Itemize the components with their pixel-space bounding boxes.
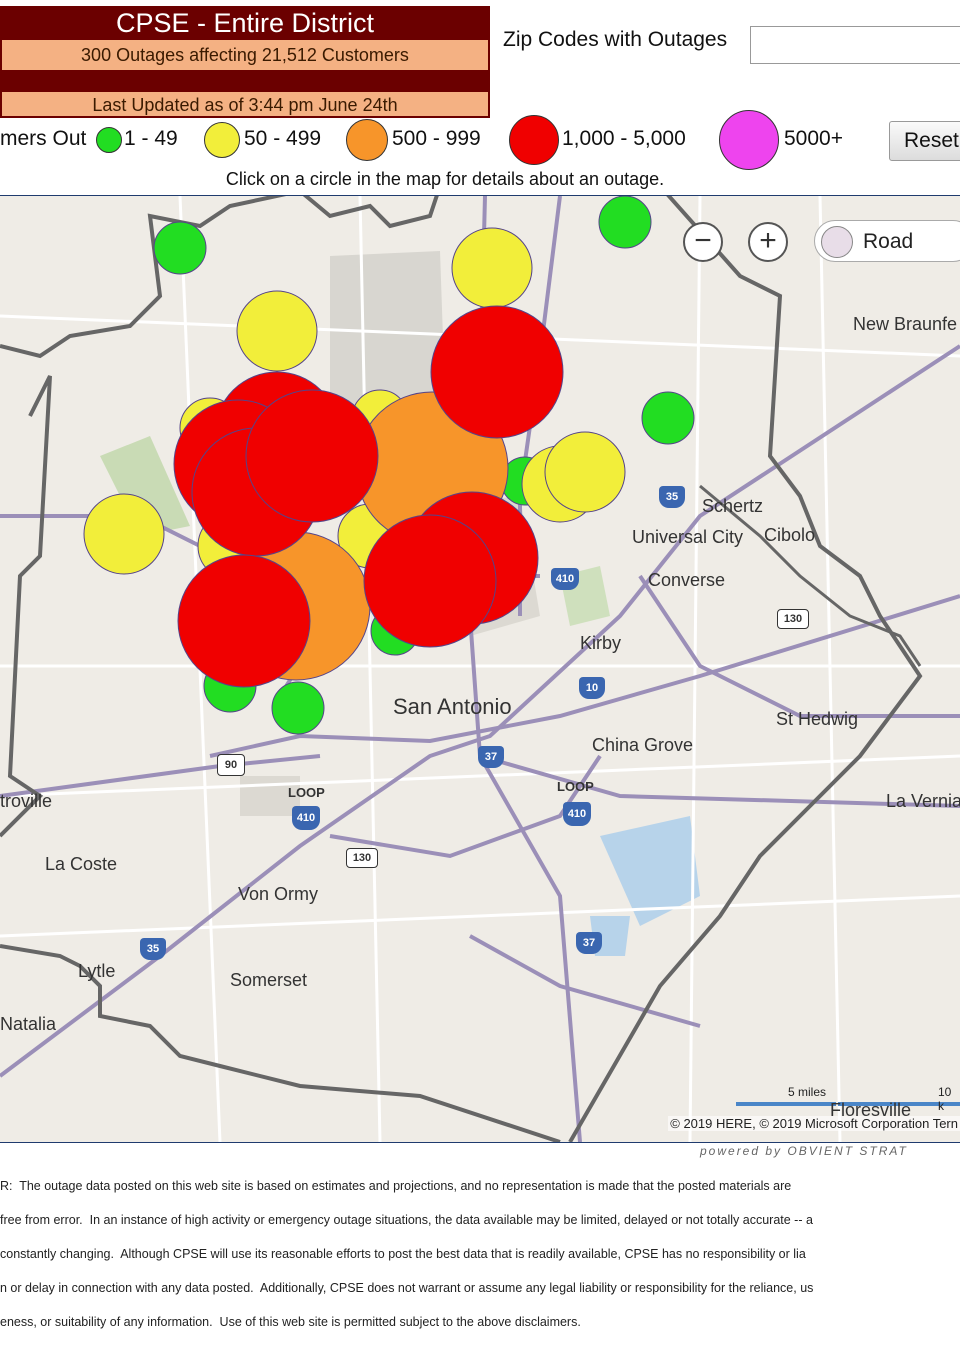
place-universal-city: Universal City [632, 527, 744, 547]
place-castroville: troville [0, 791, 53, 811]
place-von-ormy: Von Ormy [238, 884, 319, 904]
reset-button[interactable]: Reset [889, 121, 960, 161]
loop-label-east: LOOP [557, 779, 594, 794]
header-divider [0, 70, 490, 92]
disclaimer-line: eness, or suitability of any information… [0, 1315, 581, 1329]
outage-summary: 300 Outages affecting 21,512 Customers [0, 40, 490, 70]
place-natalia: Natalia [0, 1014, 57, 1034]
outage-map[interactable]: New Braunfe Schertz Universal City Cibol… [0, 196, 960, 1142]
place-schertz: Schertz [702, 496, 764, 516]
zip-code-select[interactable] [750, 26, 960, 64]
shield-i37-north: 37 [478, 746, 504, 768]
map-hint: Click on a circle in the map for details… [225, 169, 665, 189]
district-title: CPSE - Entire District [0, 6, 490, 40]
place-somerset: Somerset [230, 970, 308, 990]
zip-codes-label: Zip Codes with Outages [503, 28, 728, 51]
legend-label-5000-plus: 5000+ [784, 127, 843, 150]
legend-magenta-circle-icon [719, 110, 779, 170]
scale-miles: 5 miles [788, 1085, 827, 1099]
disclaimer-line: R: The outage data posted on this web si… [0, 1179, 792, 1193]
place-st-hedwig: St Hedwig [776, 709, 859, 729]
legend-label-1000-5000: 1,000 - 5,000 [562, 127, 686, 150]
disclaimer-line: n or delay in connection with any data p… [0, 1281, 814, 1295]
loop-label-west: LOOP [288, 785, 325, 800]
place-la-vernia: La Vernia [886, 791, 960, 811]
disclaimer-line: free from error. In an instance of high … [0, 1213, 813, 1227]
shield-loop410-east: 410 [563, 802, 591, 826]
shield-i35-north: 35 [659, 486, 685, 508]
zoom-in-button[interactable]: + [748, 222, 788, 262]
map-type-button[interactable]: Road [814, 220, 960, 262]
disclaimer: R: The outage data posted on this web si… [0, 1161, 960, 1348]
road-map-icon [821, 226, 853, 258]
shield-410-north: 410 [551, 568, 579, 590]
shield-i37-south: 37 [576, 932, 602, 954]
shield-loop410-west: 410 [292, 806, 320, 830]
shield-130-east: 130 [777, 609, 809, 629]
legend-red-circle-icon [509, 115, 559, 165]
shield-i10: 10 [579, 677, 605, 699]
shield-130-south: 130 [346, 848, 378, 868]
place-san-antonio: San Antonio [393, 694, 512, 719]
legend-orange-circle-icon [346, 119, 388, 161]
district-header: CPSE - Entire District 300 Outages affec… [0, 6, 490, 118]
map-copyright: © 2019 HERE, © 2019 Microsoft Corporatio… [668, 1116, 960, 1131]
legend-green-circle-icon [96, 127, 122, 153]
legend-label-500-999: 500 - 999 [392, 127, 481, 150]
place-kirby: Kirby [580, 633, 622, 653]
legend-label-1-49: 1 - 49 [124, 127, 178, 150]
powered-by: powered by OBVIENT STRAT [700, 1144, 908, 1158]
place-lytle: Lytle [78, 961, 116, 981]
place-cibolo: Cibolo [764, 525, 816, 545]
place-china-grove: China Grove [592, 735, 694, 755]
map-type-label: Road [863, 230, 914, 253]
last-updated: Last Updated as of 3:44 pm June 24th [0, 92, 490, 118]
legend-yellow-circle-icon [204, 122, 240, 158]
shield-us90: 90 [217, 754, 245, 776]
place-new-braunfels: New Braunfe [853, 314, 958, 334]
legend-label-50-499: 50 - 499 [244, 127, 322, 150]
place-la-coste: La Coste [45, 854, 118, 874]
disclaimer-line: constantly changing. Although CPSE will … [0, 1247, 806, 1261]
shield-i35-south: 35 [140, 938, 166, 960]
legend-lead-label: mers Out [0, 127, 87, 150]
map-bottom-border [0, 1142, 960, 1143]
scale-km: 10 k [938, 1085, 952, 1113]
place-converse: Converse [648, 570, 726, 590]
zoom-out-button[interactable]: − [683, 222, 723, 262]
map-canvas [0, 196, 960, 1142]
